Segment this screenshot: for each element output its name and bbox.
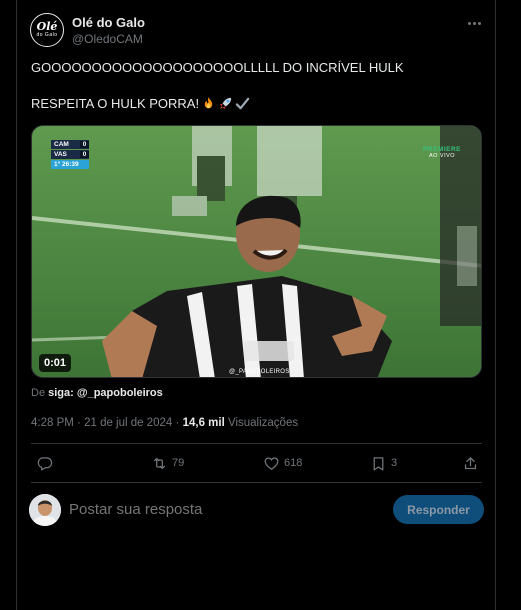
divider [31,443,482,444]
match-clock: 1° 26:39 [51,160,89,169]
like-button[interactable]: 618 [263,451,302,475]
tweet-header: Olé do Galo Olé do Galo @OledoCAM [30,13,484,53]
attribution-prefix: De [31,387,46,399]
share-button[interactable] [462,451,479,475]
broadcaster-live-label: AO VIVO [428,153,456,159]
meta-separator: · [175,417,180,429]
team2-name: VAS [54,151,67,158]
video-watermark: @_PAPOBOLEIROS [229,369,290,375]
avatar-logo-subtext: do Galo [36,32,58,38]
tweet-date[interactable]: 21 de jul de 2024 [84,417,172,429]
retweet-icon [153,457,166,469]
team2-score: 0 [80,151,89,158]
like-count: 618 [284,457,303,469]
views-count: 14,6 mil [182,417,225,429]
rocket-emoji [219,97,232,110]
user-avatar[interactable] [29,494,61,526]
bookmark-button[interactable]: 3 [370,451,397,475]
tweet-text: GOOOOOOOOOOOOOOOOOOOOLLLLL DO INCRÍVEL H… [31,59,481,113]
video-duration-badge: 0:01 [39,354,72,372]
meta-separator: · [77,417,81,429]
divider [31,482,482,483]
views-label: Visualizações [227,417,299,429]
media-attribution: De siga: @_papoboleiros [31,387,163,399]
team1-score: 0 [80,141,89,148]
author-handle[interactable]: @OledoCAM [72,32,143,46]
author-display-name[interactable]: Olé do Galo [72,15,145,30]
tweet-column: Olé do Galo Olé do Galo @OledoCAM GOOOOO… [16,0,496,610]
broadcaster-logo: PREMIERE AO VIVO [423,146,461,159]
tweet-actions-bar: 79 618 3 [31,451,482,477]
tweet-text-line-2-content: RESPEITA O HULK PORRA! [31,96,200,111]
tweet-metadata: 4:28 PM · 21 de jul de 2024 · 14,6 mil V… [31,417,298,429]
user-avatar-illustration [29,494,61,526]
bookmark-icon [373,456,384,471]
reply-icon [37,456,53,471]
reply-submit-button[interactable]: Responder [393,495,484,524]
retweet-count: 79 [172,457,185,469]
video-frame-illustration [32,126,481,377]
reply-composer: Responder [29,494,484,528]
reply-input[interactable] [69,501,369,518]
avatar-logo-text: Olé [36,20,58,33]
heart-icon [264,456,279,470]
tweet-text-line-2: RESPEITA O HULK PORRA! [31,95,481,113]
tweet-text-line-1: GOOOOOOOOOOOOOOOOOOOOLLLLL DO INCRÍVEL H… [31,60,404,75]
retweet-button[interactable]: 79 [151,451,184,475]
fire-emoji [204,96,213,109]
tweet-time[interactable]: 4:28 PM [31,417,74,429]
bookmark-count: 3 [391,457,398,469]
team1-name: CAM [54,141,69,148]
more-options-icon[interactable] [464,15,484,31]
share-icon [464,456,477,469]
broadcaster-name: PREMIERE [423,146,461,153]
video-player[interactable]: CAM 0 VAS 0 1° 26:39 PREMIERE AO VIVO @_PA… [31,125,482,378]
score-overlay: CAM 0 VAS 0 1° 26:39 [51,140,89,169]
author-avatar[interactable]: Olé do Galo [30,13,64,47]
attribution-source-link[interactable]: siga: @_papoboleiros [48,387,163,399]
check-mark-emoji [235,97,250,110]
reply-button[interactable] [36,451,53,475]
